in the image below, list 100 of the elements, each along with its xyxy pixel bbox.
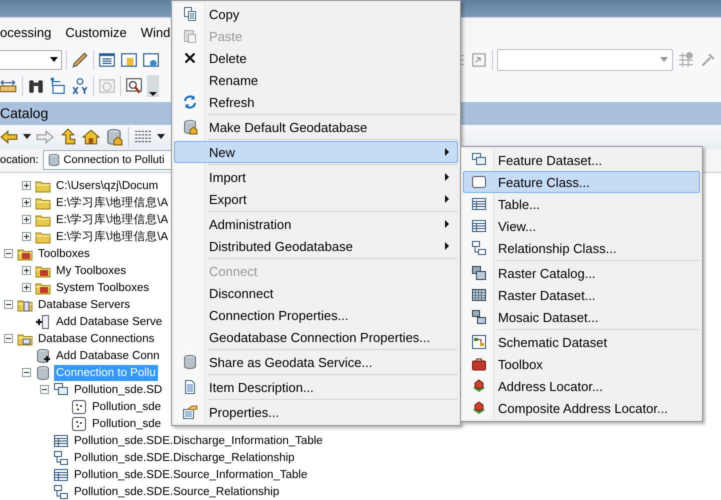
zoom-window-icon[interactable] — [125, 77, 143, 96]
menu-item[interactable]: Import — [205, 170, 445, 184]
tree-item[interactable]: Toolboxes — [36, 246, 92, 262]
tree-item[interactable]: E:\学习库\地理信息\A — [54, 212, 170, 228]
menu-item[interactable]: Address Locator... — [494, 378, 699, 394]
collapse-toggle[interactable] — [4, 334, 12, 343]
menu-item[interactable]: Administration — [205, 216, 445, 232]
expand-toggle[interactable] — [22, 215, 30, 224]
menu-item[interactable]: Table... — [494, 196, 699, 212]
menu-item[interactable]: Schematic Dataset — [494, 334, 699, 350]
expand-toggle[interactable] — [22, 283, 30, 292]
tree-item[interactable]: Pollution_sde.SDE.Discharge_Information_Table — [72, 432, 325, 448]
tree-item[interactable]: My Toolboxes — [54, 262, 128, 278]
database-icon — [35, 364, 51, 380]
location-label: ocation: — [0, 154, 39, 166]
tree-item[interactable]: Pollution_sde.SDE.Source_Information_Table — [72, 466, 310, 482]
table-icon — [53, 432, 69, 448]
menu-item[interactable]: Item Description... — [205, 380, 457, 394]
xy-point-icon[interactable] — [71, 77, 89, 96]
tree-item[interactable]: Pollution_sde — [90, 398, 164, 414]
menu-item[interactable]: Properties... — [205, 404, 457, 420]
properties-icon — [182, 404, 198, 420]
tree-item[interactable]: Add Database Conn — [54, 348, 162, 364]
up-folder-icon[interactable] — [59, 128, 77, 146]
collapse-toggle[interactable] — [4, 249, 12, 258]
edit-pencil-icon[interactable] — [71, 51, 89, 70]
window-list-icon[interactable] — [98, 51, 116, 70]
raster-catalog-icon — [471, 265, 487, 281]
schematic-icon — [471, 334, 487, 350]
menu-item[interactable]: Raster Catalog... — [494, 266, 699, 280]
tree-item[interactable]: E:\学习库\地理信息\A — [54, 194, 170, 210]
table-icon — [471, 218, 487, 234]
tree-item[interactable]: Add Database Serve — [54, 314, 164, 330]
menu-item[interactable]: Rename — [205, 72, 457, 88]
menu-item[interactable]: Composite Address Locator... — [494, 400, 699, 416]
home-icon[interactable] — [82, 128, 100, 146]
feature-class-icon — [71, 416, 87, 432]
menu-item[interactable]: Geodatabase Connection Properties... — [205, 330, 457, 344]
menu-item[interactable]: Distributed Geodatabase — [205, 238, 445, 254]
menu-bar-item[interactable]: Customize — [58, 21, 134, 44]
tree-item[interactable]: Pollution_sde — [90, 416, 164, 432]
feature-class-icon — [471, 174, 487, 190]
paste-icon — [182, 28, 198, 44]
caret-icon — [50, 57, 58, 64]
menu-item[interactable]: Make Default Geodatabase — [205, 120, 457, 134]
toolbar-overflow-button[interactable] — [147, 75, 159, 98]
expand-toggle[interactable] — [22, 198, 30, 207]
tree-item[interactable]: Pollution_sde.SDE.Discharge_Relationship — [72, 450, 297, 466]
dropdown-field[interactable] — [0, 50, 62, 70]
caret-icon — [660, 57, 668, 64]
menu-bar-item[interactable]: ocessing — [0, 21, 58, 44]
feature-class-icon — [71, 398, 87, 414]
database-home-icon[interactable] — [105, 128, 123, 146]
forward-arrow-icon[interactable] — [36, 128, 54, 146]
dropdown-field[interactable] — [497, 49, 673, 72]
menu-item[interactable]: Relationship Class... — [494, 240, 699, 256]
expand-toggle[interactable] — [22, 232, 30, 241]
menu-item[interactable]: Refresh — [205, 94, 457, 110]
export-icon[interactable] — [470, 51, 488, 70]
copy-icon — [182, 6, 198, 22]
raster-grid-icon — [471, 287, 487, 303]
menu-item[interactable]: Delete — [205, 50, 457, 66]
table-icon — [471, 196, 487, 212]
back-arrow-icon[interactable] — [0, 128, 18, 146]
collapse-toggle[interactable] — [40, 385, 48, 394]
toolbox-icon — [471, 356, 487, 372]
menu-item[interactable]: View... — [494, 218, 699, 234]
menu-item[interactable]: Export — [205, 192, 445, 206]
feature-dataset-icon — [53, 382, 69, 398]
menu-item[interactable]: Toolbox — [494, 356, 699, 372]
menu-item[interactable]: Copy — [205, 6, 457, 22]
tree-item[interactable]: Pollution_sde.SD — [72, 382, 164, 398]
expand-toggle[interactable] — [22, 181, 30, 190]
caret-icon — [157, 134, 165, 140]
menu-item[interactable]: Raster Dataset... — [494, 288, 699, 302]
relationship-icon — [471, 240, 487, 256]
database-home-icon — [182, 119, 198, 135]
expand-toggle[interactable] — [22, 266, 30, 275]
menu-item[interactable]: Mosaic Dataset... — [494, 310, 699, 324]
add-connection-icon — [35, 348, 51, 364]
menu-item[interactable]: Feature Dataset... — [494, 152, 699, 168]
document-icon — [182, 379, 198, 395]
caret-icon — [149, 91, 157, 98]
menu-item[interactable]: Share as Geodata Service... — [205, 354, 457, 370]
database-icon — [46, 153, 61, 168]
tree-item[interactable]: E:\学习库\地理信息\A — [54, 228, 170, 244]
menu-item[interactable]: Disconnect — [205, 286, 457, 300]
tree-item[interactable]: System Toolboxes — [54, 280, 152, 296]
tree-item[interactable]: Pollution_sde.SDE.Source_Relationship — [72, 484, 282, 500]
collapse-toggle[interactable] — [22, 368, 30, 377]
collapse-toggle[interactable] — [4, 300, 12, 309]
tree-item[interactable]: Database Connections — [36, 330, 156, 346]
mosaic-icon — [471, 309, 487, 325]
relationship-icon — [53, 450, 69, 466]
database-icon — [182, 354, 198, 370]
add-server-icon — [35, 314, 51, 330]
menu-item[interactable]: Connection Properties... — [205, 308, 457, 322]
tree-item[interactable]: Database Servers — [36, 296, 132, 312]
tree-item[interactable]: C:\Users\qzj\Docum — [54, 178, 160, 194]
close-icon — [182, 50, 198, 66]
